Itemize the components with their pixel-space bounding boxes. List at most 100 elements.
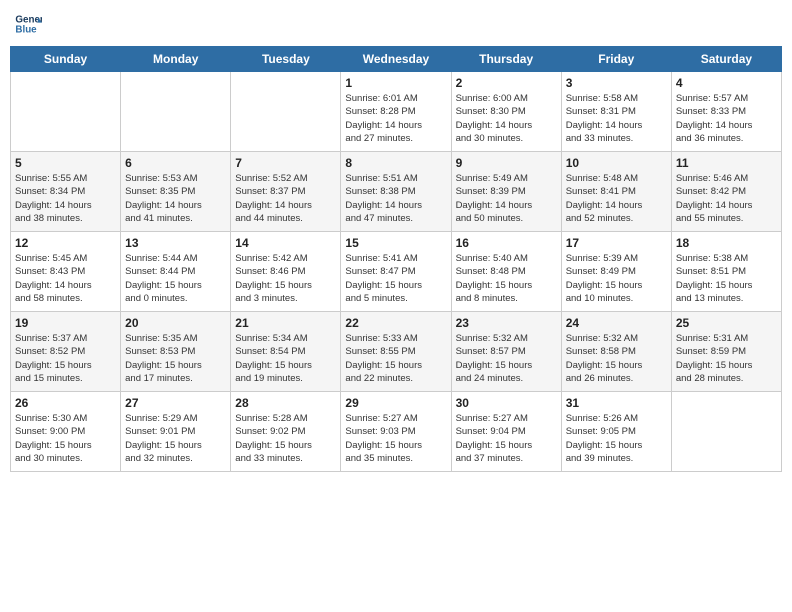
day-number: 8 <box>345 156 446 170</box>
day-number: 18 <box>676 236 777 250</box>
logo-icon: General Blue <box>14 10 42 38</box>
header-row: SundayMondayTuesdayWednesdayThursdayFrid… <box>11 47 782 72</box>
day-info: Sunrise: 5:53 AM Sunset: 8:35 PM Dayligh… <box>125 172 226 225</box>
day-info: Sunrise: 5:30 AM Sunset: 9:00 PM Dayligh… <box>15 412 116 465</box>
day-number: 6 <box>125 156 226 170</box>
header-cell-wednesday: Wednesday <box>341 47 451 72</box>
day-info: Sunrise: 5:57 AM Sunset: 8:33 PM Dayligh… <box>676 92 777 145</box>
day-info: Sunrise: 5:42 AM Sunset: 8:46 PM Dayligh… <box>235 252 336 305</box>
day-cell: 30 Sunrise: 5:27 AM Sunset: 9:04 PM Dayli… <box>451 392 561 472</box>
day-info: Sunrise: 5:35 AM Sunset: 8:53 PM Dayligh… <box>125 332 226 385</box>
week-row-3: 12 Sunrise: 5:45 AM Sunset: 8:43 PM Dayli… <box>11 232 782 312</box>
day-number: 22 <box>345 316 446 330</box>
day-cell: 12 Sunrise: 5:45 AM Sunset: 8:43 PM Dayli… <box>11 232 121 312</box>
header-cell-saturday: Saturday <box>671 47 781 72</box>
day-cell: 9Sunrise: 5:49 AM Sunset: 8:39 PM Daylig… <box>451 152 561 232</box>
day-cell: 3Sunrise: 5:58 AM Sunset: 8:31 PM Daylig… <box>561 72 671 152</box>
calendar-header: SundayMondayTuesdayWednesdayThursdayFrid… <box>11 47 782 72</box>
day-cell: 11 Sunrise: 5:46 AM Sunset: 8:42 PM Dayli… <box>671 152 781 232</box>
day-info: Sunrise: 5:46 AM Sunset: 8:42 PM Dayligh… <box>676 172 777 225</box>
logo: General Blue <box>14 10 44 38</box>
day-number: 11 <box>676 156 777 170</box>
day-number: 7 <box>235 156 336 170</box>
day-cell: 15Sunrise: 5:41 AM Sunset: 8:47 PM Dayli… <box>341 232 451 312</box>
day-cell: 14 Sunrise: 5:42 AM Sunset: 8:46 PM Dayli… <box>231 232 341 312</box>
svg-text:Blue: Blue <box>15 24 37 35</box>
day-info: Sunrise: 5:58 AM Sunset: 8:31 PM Dayligh… <box>566 92 667 145</box>
calendar-table: SundayMondayTuesdayWednesdayThursdayFrid… <box>10 46 782 472</box>
week-row-2: 5Sunrise: 5:55 AM Sunset: 8:34 PM Daylig… <box>11 152 782 232</box>
day-cell <box>231 72 341 152</box>
day-cell: 6 Sunrise: 5:53 AM Sunset: 8:35 PM Daylig… <box>121 152 231 232</box>
day-info: Sunrise: 5:49 AM Sunset: 8:39 PM Dayligh… <box>456 172 557 225</box>
day-info: Sunrise: 5:27 AM Sunset: 9:04 PM Dayligh… <box>456 412 557 465</box>
day-cell: 21 Sunrise: 5:34 AM Sunset: 8:54 PM Dayli… <box>231 312 341 392</box>
day-number: 12 <box>15 236 116 250</box>
day-cell: 22 Sunrise: 5:33 AM Sunset: 8:55 PM Dayli… <box>341 312 451 392</box>
day-cell: 10 Sunrise: 5:48 AM Sunset: 8:41 PM Dayli… <box>561 152 671 232</box>
day-number: 19 <box>15 316 116 330</box>
day-number: 25 <box>676 316 777 330</box>
header-cell-thursday: Thursday <box>451 47 561 72</box>
day-number: 17 <box>566 236 667 250</box>
day-info: Sunrise: 5:33 AM Sunset: 8:55 PM Dayligh… <box>345 332 446 385</box>
day-number: 16 <box>456 236 557 250</box>
day-number: 15 <box>345 236 446 250</box>
day-number: 26 <box>15 396 116 410</box>
day-number: 29 <box>345 396 446 410</box>
day-cell: 8 Sunrise: 5:51 AM Sunset: 8:38 PM Daylig… <box>341 152 451 232</box>
day-info: Sunrise: 5:52 AM Sunset: 8:37 PM Dayligh… <box>235 172 336 225</box>
day-cell: 19 Sunrise: 5:37 AM Sunset: 8:52 PM Dayli… <box>11 312 121 392</box>
day-info: Sunrise: 5:29 AM Sunset: 9:01 PM Dayligh… <box>125 412 226 465</box>
header-cell-tuesday: Tuesday <box>231 47 341 72</box>
day-cell: 29 Sunrise: 5:27 AM Sunset: 9:03 PM Dayli… <box>341 392 451 472</box>
week-row-5: 26 Sunrise: 5:30 AM Sunset: 9:00 PM Dayli… <box>11 392 782 472</box>
day-info: Sunrise: 5:26 AM Sunset: 9:05 PM Dayligh… <box>566 412 667 465</box>
day-info: Sunrise: 6:00 AM Sunset: 8:30 PM Dayligh… <box>456 92 557 145</box>
day-info: Sunrise: 5:38 AM Sunset: 8:51 PM Dayligh… <box>676 252 777 305</box>
day-info: Sunrise: 5:31 AM Sunset: 8:59 PM Dayligh… <box>676 332 777 385</box>
day-cell: 17 Sunrise: 5:39 AM Sunset: 8:49 PM Dayli… <box>561 232 671 312</box>
calendar-body: 1Sunrise: 6:01 AM Sunset: 8:28 PM Daylig… <box>11 72 782 472</box>
day-number: 2 <box>456 76 557 90</box>
day-info: Sunrise: 5:28 AM Sunset: 9:02 PM Dayligh… <box>235 412 336 465</box>
week-row-4: 19 Sunrise: 5:37 AM Sunset: 8:52 PM Dayli… <box>11 312 782 392</box>
day-number: 30 <box>456 396 557 410</box>
day-cell: 13 Sunrise: 5:44 AM Sunset: 8:44 PM Dayli… <box>121 232 231 312</box>
day-info: Sunrise: 5:48 AM Sunset: 8:41 PM Dayligh… <box>566 172 667 225</box>
day-number: 13 <box>125 236 226 250</box>
day-info: Sunrise: 5:34 AM Sunset: 8:54 PM Dayligh… <box>235 332 336 385</box>
day-info: Sunrise: 5:45 AM Sunset: 8:43 PM Dayligh… <box>15 252 116 305</box>
day-cell <box>11 72 121 152</box>
day-number: 21 <box>235 316 336 330</box>
header-cell-monday: Monday <box>121 47 231 72</box>
day-number: 14 <box>235 236 336 250</box>
day-cell <box>671 392 781 472</box>
day-cell: 24 Sunrise: 5:32 AM Sunset: 8:58 PM Dayli… <box>561 312 671 392</box>
day-number: 1 <box>345 76 446 90</box>
day-number: 31 <box>566 396 667 410</box>
week-row-1: 1Sunrise: 6:01 AM Sunset: 8:28 PM Daylig… <box>11 72 782 152</box>
day-cell: 20Sunrise: 5:35 AM Sunset: 8:53 PM Dayli… <box>121 312 231 392</box>
day-number: 27 <box>125 396 226 410</box>
day-info: Sunrise: 5:51 AM Sunset: 8:38 PM Dayligh… <box>345 172 446 225</box>
day-number: 4 <box>676 76 777 90</box>
day-number: 23 <box>456 316 557 330</box>
day-number: 24 <box>566 316 667 330</box>
day-info: Sunrise: 5:37 AM Sunset: 8:52 PM Dayligh… <box>15 332 116 385</box>
day-info: Sunrise: 5:39 AM Sunset: 8:49 PM Dayligh… <box>566 252 667 305</box>
day-info: Sunrise: 5:32 AM Sunset: 8:57 PM Dayligh… <box>456 332 557 385</box>
day-number: 5 <box>15 156 116 170</box>
day-cell: 2 Sunrise: 6:00 AM Sunset: 8:30 PM Daylig… <box>451 72 561 152</box>
day-info: Sunrise: 5:44 AM Sunset: 8:44 PM Dayligh… <box>125 252 226 305</box>
header-cell-friday: Friday <box>561 47 671 72</box>
day-info: Sunrise: 5:27 AM Sunset: 9:03 PM Dayligh… <box>345 412 446 465</box>
day-cell: 25 Sunrise: 5:31 AM Sunset: 8:59 PM Dayli… <box>671 312 781 392</box>
day-number: 10 <box>566 156 667 170</box>
day-cell: 31 Sunrise: 5:26 AM Sunset: 9:05 PM Dayli… <box>561 392 671 472</box>
day-cell: 5Sunrise: 5:55 AM Sunset: 8:34 PM Daylig… <box>11 152 121 232</box>
day-info: Sunrise: 5:32 AM Sunset: 8:58 PM Dayligh… <box>566 332 667 385</box>
day-number: 28 <box>235 396 336 410</box>
header-cell-sunday: Sunday <box>11 47 121 72</box>
day-cell: 26 Sunrise: 5:30 AM Sunset: 9:00 PM Dayli… <box>11 392 121 472</box>
